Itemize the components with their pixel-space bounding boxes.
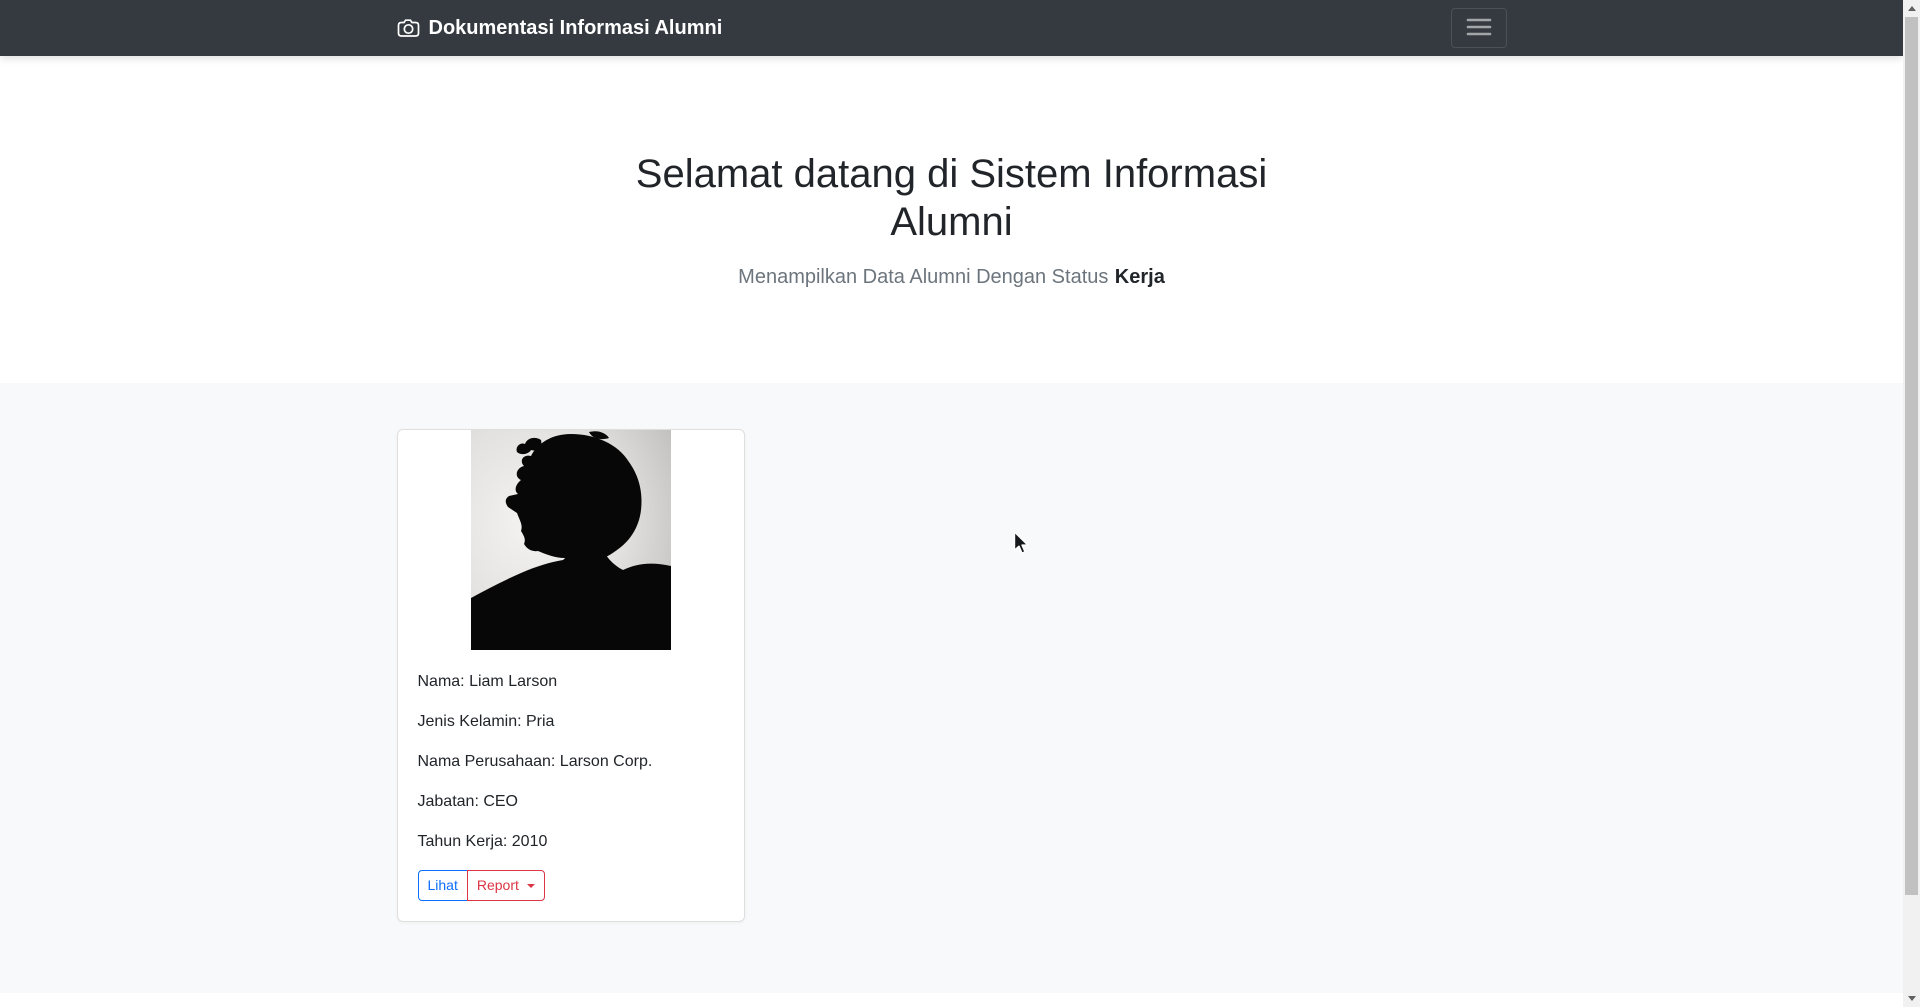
scroll-up-icon — [1907, 6, 1916, 11]
page-viewport: Dokumentasi Informasi Alumni Selamat dat… — [0, 0, 1903, 1007]
field-tahun-kerja: Tahun Kerja: 2010 — [417, 833, 548, 850]
field-jenis-kelamin: Jenis Kelamin: Pria — [417, 713, 555, 730]
page-subtitle: Menampilkan Data Alumni Dengan Status Ker… — [0, 266, 1903, 289]
alumni-list-section: Nama: Liam Larson Jenis Kelamin: Pria Na… — [0, 383, 1903, 993]
caret-down-icon — [526, 883, 535, 888]
field-nama-perusahaan: Nama Perusahaan: Larson Corp. — [417, 753, 653, 770]
vertical-scrollbar — [1903, 0, 1920, 1007]
scrollbar-down-button[interactable] — [1903, 990, 1920, 1007]
scrollbar-thumb[interactable] — [1905, 17, 1918, 895]
content-container: Nama: Liam Larson Jenis Kelamin: Pria Na… — [396, 429, 1507, 922]
navbar-brand-label: Dokumentasi Informasi Alumni — [428, 16, 723, 39]
hero-section: Selamat datang di Sistem Informasi Alumn… — [0, 56, 1903, 383]
report-dropdown-button[interactable]: Report — [466, 870, 545, 901]
status-value: Kerja — [1114, 266, 1165, 288]
alumni-card: Nama: Liam Larson Jenis Kelamin: Pria Na… — [396, 429, 745, 922]
navbar-toggler-button[interactable] — [1450, 8, 1507, 48]
camera-icon — [397, 18, 420, 38]
subtitle-text: Menampilkan Data Alumni Dengan Status — [738, 266, 1109, 288]
scroll-down-icon — [1907, 996, 1916, 1001]
hamburger-icon — [1464, 12, 1494, 45]
alumni-photo — [470, 430, 671, 650]
lihat-button[interactable]: Lihat — [417, 870, 468, 901]
page-title: Selamat datang di Sistem Informasi Alumn… — [635, 152, 1268, 244]
report-button-label: Report — [476, 877, 519, 893]
card-button-group: Lihat Report — [417, 870, 545, 901]
scrollbar-up-button[interactable] — [1903, 0, 1920, 17]
navbar-brand[interactable]: Dokumentasi Informasi Alumni — [397, 16, 723, 40]
top-navbar: Dokumentasi Informasi Alumni — [0, 0, 1903, 56]
field-jabatan: Jabatan: CEO — [417, 793, 519, 810]
alumni-card-body: Nama: Liam Larson Jenis Kelamin: Pria Na… — [398, 650, 744, 921]
navbar-container: Dokumentasi Informasi Alumni — [397, 8, 1507, 48]
field-nama: Nama: Liam Larson — [417, 673, 558, 690]
